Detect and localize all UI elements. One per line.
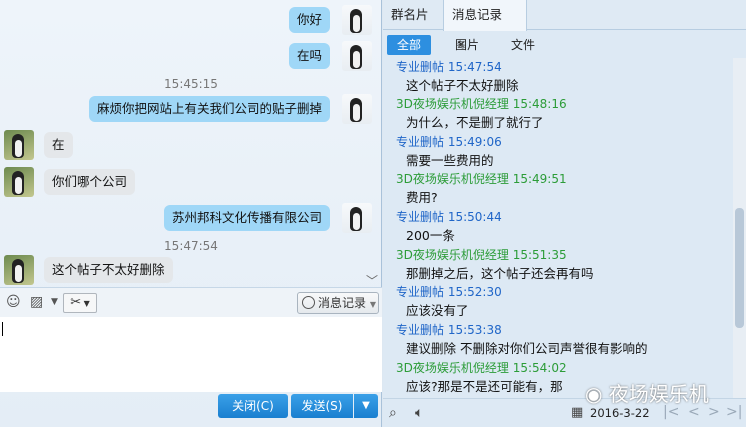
scrollbar-thumb[interactable]	[735, 208, 744, 328]
chevron-down-icon: ▼	[81, 299, 90, 308]
chevron-down-icon: ▼	[369, 300, 376, 309]
history-sender: 专业删帖 15:47:54	[396, 60, 502, 74]
history-text: 应该没有了	[406, 303, 469, 318]
history-entry: 3D夜场娱乐机倪经理 15:49:51 费用?	[396, 172, 567, 206]
my-avatar[interactable]	[342, 94, 372, 124]
history-text: 200一条	[406, 228, 455, 243]
history-entry: 专业删帖 15:49:06 需要一些费用的	[396, 135, 502, 169]
chat-message-received: 在	[4, 130, 73, 160]
search-icon[interactable]: ⌕	[389, 405, 397, 421]
message-timestamp: 15:47:54	[164, 239, 218, 253]
contact-avatar[interactable]	[4, 255, 34, 285]
my-avatar[interactable]	[342, 203, 372, 233]
chat-message-sent: 麻烦你把网站上有关我们公司的贴子删掉	[88, 94, 372, 124]
message-bubble: 在	[44, 132, 73, 158]
my-avatar[interactable]	[342, 5, 372, 35]
chat-message-sent: 苏州邦科文化传播有限公司	[163, 203, 372, 233]
send-options-button[interactable]: ▼	[354, 394, 378, 418]
history-sender: 专业删帖 15:50:44	[396, 210, 502, 224]
history-scrollbar[interactable]	[733, 58, 746, 398]
image-icon[interactable]: ▨	[30, 294, 43, 310]
history-entry: 专业删帖 15:53:38 建议删除 不删除对你们公司声誉很有影响的	[396, 323, 647, 357]
chat-pane: 你好 在吗 15:45:15 麻烦你把网站上有关我们公司的贴子删掉 在 你们哪个…	[0, 0, 382, 427]
history-date: 2016-3-22	[590, 406, 650, 420]
chat-area: 你好 在吗 15:45:15 麻烦你把网站上有关我们公司的贴子删掉 在 你们哪个…	[0, 0, 382, 287]
chat-message-received: 你们哪个公司	[4, 167, 136, 197]
history-panel: 群名片 消息记录 ✕ 全部 图片 文件 专业删帖 15:47:54 这个帖子不太…	[383, 0, 746, 427]
history-list: 专业删帖 15:47:54 这个帖子不太好删除 3D夜场娱乐机倪经理 15:48…	[383, 58, 733, 398]
message-bubble: 在吗	[288, 43, 330, 69]
clock-icon	[302, 296, 315, 309]
message-bubble: 麻烦你把网站上有关我们公司的贴子删掉	[88, 96, 330, 122]
speaker-icon[interactable]: 🔈︎	[415, 405, 423, 421]
send-button[interactable]: 发送(S)	[291, 394, 353, 418]
history-sender: 专业删帖 15:52:30	[396, 285, 502, 299]
history-text: 需要一些费用的	[406, 153, 494, 168]
history-sender: 3D夜场娱乐机倪经理 15:48:16	[396, 97, 567, 111]
history-text: 应该?那是不是还可能有，那	[406, 379, 563, 394]
message-bubble: 这个帖子不太好删除	[44, 257, 173, 283]
screenshot-button[interactable]: ✂ ▼	[63, 293, 97, 313]
history-entry: 3D夜场娱乐机倪经理 15:51:35 那删掉之后，这个帖子还会再有吗	[396, 248, 594, 282]
history-sender: 3D夜场娱乐机倪经理 15:51:35	[396, 248, 567, 262]
chat-message-sent: 你好	[288, 5, 372, 35]
history-text: 费用?	[406, 190, 438, 205]
history-entry: 3D夜场娱乐机倪经理 15:48:16 为什么，不是删了就行了	[396, 97, 567, 131]
history-entry: 专业删帖 15:52:30 应该没有了	[396, 285, 502, 319]
chat-message-sent: 在吗	[288, 41, 372, 71]
message-bubble: 你好	[288, 7, 330, 33]
history-sender: 专业删帖 15:49:06	[396, 135, 502, 149]
filter-files[interactable]: 文件	[501, 35, 545, 55]
history-sender: 3D夜场娱乐机倪经理 15:49:51	[396, 172, 567, 186]
history-text: 建议删除 不删除对你们公司声誉很有影响的	[406, 341, 648, 356]
panel-tabs: 群名片 消息记录 ✕	[383, 0, 746, 52]
calendar-icon[interactable]: ▦	[571, 405, 583, 420]
message-bubble: 苏州邦科文化传播有限公司	[163, 205, 330, 231]
tab-label: 消息记录	[452, 7, 503, 22]
history-sender: 专业删帖 15:53:38	[396, 323, 502, 337]
history-text: 那删掉之后，这个帖子还会再有吗	[406, 266, 594, 281]
history-filters: 全部 图片 文件	[383, 31, 746, 59]
tab-group-card[interactable]: 群名片	[383, 0, 437, 30]
message-input[interactable]	[0, 317, 382, 392]
close-button[interactable]: 关闭(C)	[218, 394, 288, 418]
my-avatar[interactable]	[342, 41, 372, 71]
last-page-icon[interactable]: >|	[726, 404, 742, 420]
history-sender: 3D夜场娱乐机倪经理 15:54:02	[396, 361, 567, 375]
smiley-icon[interactable]: ☺	[6, 294, 21, 310]
history-text: 为什么，不是删了就行了	[406, 115, 544, 130]
history-text: 这个帖子不太好删除	[406, 78, 519, 93]
chevron-down-icon[interactable]: ▼	[51, 297, 58, 307]
watermark: ◉ 夜场娱乐机	[585, 382, 709, 406]
message-bubble: 你们哪个公司	[44, 169, 136, 195]
scissor-icon: ✂	[70, 295, 82, 310]
message-timestamp: 15:45:15	[164, 77, 218, 91]
contact-avatar[interactable]	[4, 130, 34, 160]
filter-all[interactable]: 全部	[387, 35, 432, 55]
filter-images[interactable]: 图片	[445, 35, 489, 55]
scroll-down-icon[interactable]: ﹀	[366, 272, 378, 287]
contact-avatar[interactable]	[4, 167, 34, 197]
chat-message-received: 这个帖子不太好删除	[4, 255, 173, 285]
history-entry: 3D夜场娱乐机倪经理 15:54:02 应该?那是不是还可能有，那	[396, 361, 567, 395]
history-label: 消息记录	[318, 296, 367, 310]
text-caret	[2, 322, 3, 336]
history-entry: 专业删帖 15:47:54 这个帖子不太好删除	[396, 60, 519, 94]
next-page-icon[interactable]: >	[708, 404, 720, 420]
message-history-button[interactable]: 消息记录 ▼	[297, 292, 379, 314]
history-entry: 专业删帖 15:50:44 200一条	[396, 210, 502, 244]
tab-message-history[interactable]: 消息记录 ✕	[443, 0, 527, 52]
